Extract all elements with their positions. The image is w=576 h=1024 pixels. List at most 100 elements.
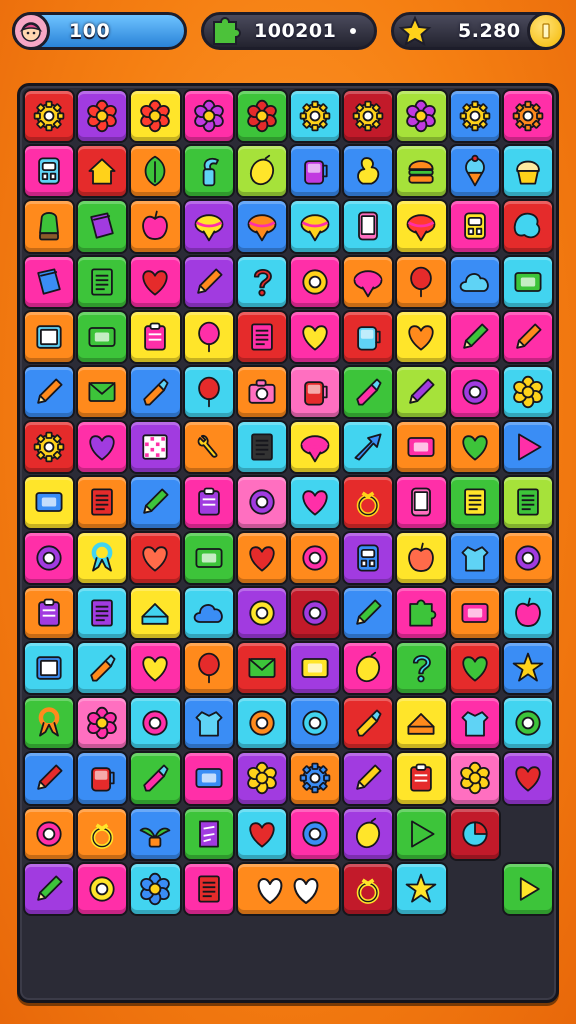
tile-robot[interactable] (448, 199, 501, 254)
tile-top[interactable] (289, 420, 342, 475)
tile-clipboard[interactable] (23, 585, 76, 640)
tile-top[interactable] (235, 199, 288, 254)
tile-gear[interactable] (23, 420, 76, 475)
tile-gear[interactable] (448, 89, 501, 144)
tile-notepad[interactable] (448, 475, 501, 530)
tile-brush[interactable] (342, 696, 395, 751)
tile-apple[interactable] (395, 530, 448, 585)
tile-card[interactable] (448, 585, 501, 640)
tile-triangle[interactable] (395, 806, 448, 861)
tile-top[interactable] (289, 199, 342, 254)
tile-gear[interactable] (289, 751, 342, 806)
tile-lemon[interactable] (342, 806, 395, 861)
tile-arrow[interactable] (342, 420, 395, 475)
tile-flower[interactable] (76, 696, 129, 751)
tile-flower[interactable] (235, 89, 288, 144)
add-coins-button[interactable] (527, 12, 565, 50)
tile-heart[interactable] (235, 806, 288, 861)
tile-pencil[interactable] (23, 751, 76, 806)
tile-flower[interactable] (395, 89, 448, 144)
tile-triangle[interactable] (501, 420, 554, 475)
tile-ring[interactable] (23, 806, 76, 861)
tile-heart[interactable] (76, 420, 129, 475)
tile-ring[interactable] (235, 475, 288, 530)
tile-ring[interactable] (235, 585, 288, 640)
tile-star[interactable] (501, 641, 554, 696)
tile-notepad[interactable] (235, 420, 288, 475)
tile-notepad[interactable] (182, 861, 235, 916)
tile-cactus[interactable] (23, 199, 76, 254)
tile-flower[interactable] (448, 751, 501, 806)
tile-phone[interactable] (342, 199, 395, 254)
tile-ring[interactable] (289, 696, 342, 751)
tile-apple[interactable] (501, 585, 554, 640)
tile-ring[interactable] (289, 806, 342, 861)
tile-wrench[interactable] (182, 420, 235, 475)
tile-note[interactable] (182, 806, 235, 861)
tile-notepad[interactable] (76, 475, 129, 530)
tile-gear[interactable] (289, 89, 342, 144)
tile-card[interactable] (76, 309, 129, 364)
tile-ring[interactable] (23, 530, 76, 585)
tile-ring[interactable] (76, 861, 129, 916)
tile-flower[interactable] (76, 89, 129, 144)
tile-balloon[interactable] (182, 641, 235, 696)
tile-heart[interactable] (289, 475, 342, 530)
tile-jar[interactable] (342, 309, 395, 364)
tile-ring[interactable] (501, 530, 554, 585)
tile-blob[interactable] (501, 199, 554, 254)
tile-ring[interactable] (289, 585, 342, 640)
tile-notepad[interactable] (76, 254, 129, 309)
tile-spray[interactable] (182, 144, 235, 199)
tile-grid[interactable] (129, 420, 182, 475)
tile-heart[interactable] (448, 420, 501, 475)
tile-flower[interactable] (501, 365, 554, 420)
tile-house[interactable] (76, 144, 129, 199)
tile-tablet[interactable] (23, 309, 76, 364)
tile-ring[interactable] (289, 254, 342, 309)
tile-cake[interactable] (129, 585, 182, 640)
tile-notepad[interactable] (235, 309, 288, 364)
tile-cupcake[interactable] (501, 144, 554, 199)
tile-play[interactable] (501, 861, 554, 916)
tile-shirt[interactable] (448, 530, 501, 585)
tile-pencil[interactable] (23, 365, 76, 420)
tile-card[interactable] (182, 530, 235, 585)
tile-brush[interactable] (342, 365, 395, 420)
tile-flower[interactable] (235, 751, 288, 806)
tile-phone[interactable] (395, 475, 448, 530)
tile-plant[interactable] (129, 806, 182, 861)
tile-question[interactable] (235, 254, 288, 309)
tile-gear[interactable] (342, 89, 395, 144)
tile-heart[interactable] (395, 309, 448, 364)
tile-envelope[interactable] (76, 365, 129, 420)
tile-card[interactable] (23, 475, 76, 530)
tile-notepad[interactable] (501, 475, 554, 530)
tile-cloud[interactable] (182, 585, 235, 640)
tile-heart[interactable] (501, 751, 554, 806)
tile-lemon[interactable] (342, 641, 395, 696)
tile-jar[interactable] (289, 144, 342, 199)
tile-top[interactable] (395, 199, 448, 254)
hint-tile[interactable] (235, 861, 342, 916)
player-avatar[interactable] (12, 12, 50, 50)
tile-leaf[interactable] (129, 144, 182, 199)
tile-book[interactable] (76, 199, 129, 254)
tile-flower[interactable] (129, 89, 182, 144)
tile-balloon[interactable] (395, 254, 448, 309)
tile-robot[interactable] (23, 144, 76, 199)
tile-ribbon[interactable] (76, 530, 129, 585)
tile-heart[interactable] (235, 530, 288, 585)
tile-pencil[interactable] (342, 585, 395, 640)
tile-ring[interactable] (289, 530, 342, 585)
tile-heart[interactable] (289, 309, 342, 364)
tile-gear[interactable] (23, 89, 76, 144)
tile-card[interactable] (395, 420, 448, 475)
tile-camera[interactable] (235, 365, 288, 420)
tile-bow[interactable] (342, 475, 395, 530)
tile-lemon[interactable] (235, 144, 288, 199)
tile-book[interactable] (23, 254, 76, 309)
tile-bow[interactable] (342, 861, 395, 916)
tile-bow[interactable] (76, 806, 129, 861)
tile-ribbon[interactable] (23, 696, 76, 751)
